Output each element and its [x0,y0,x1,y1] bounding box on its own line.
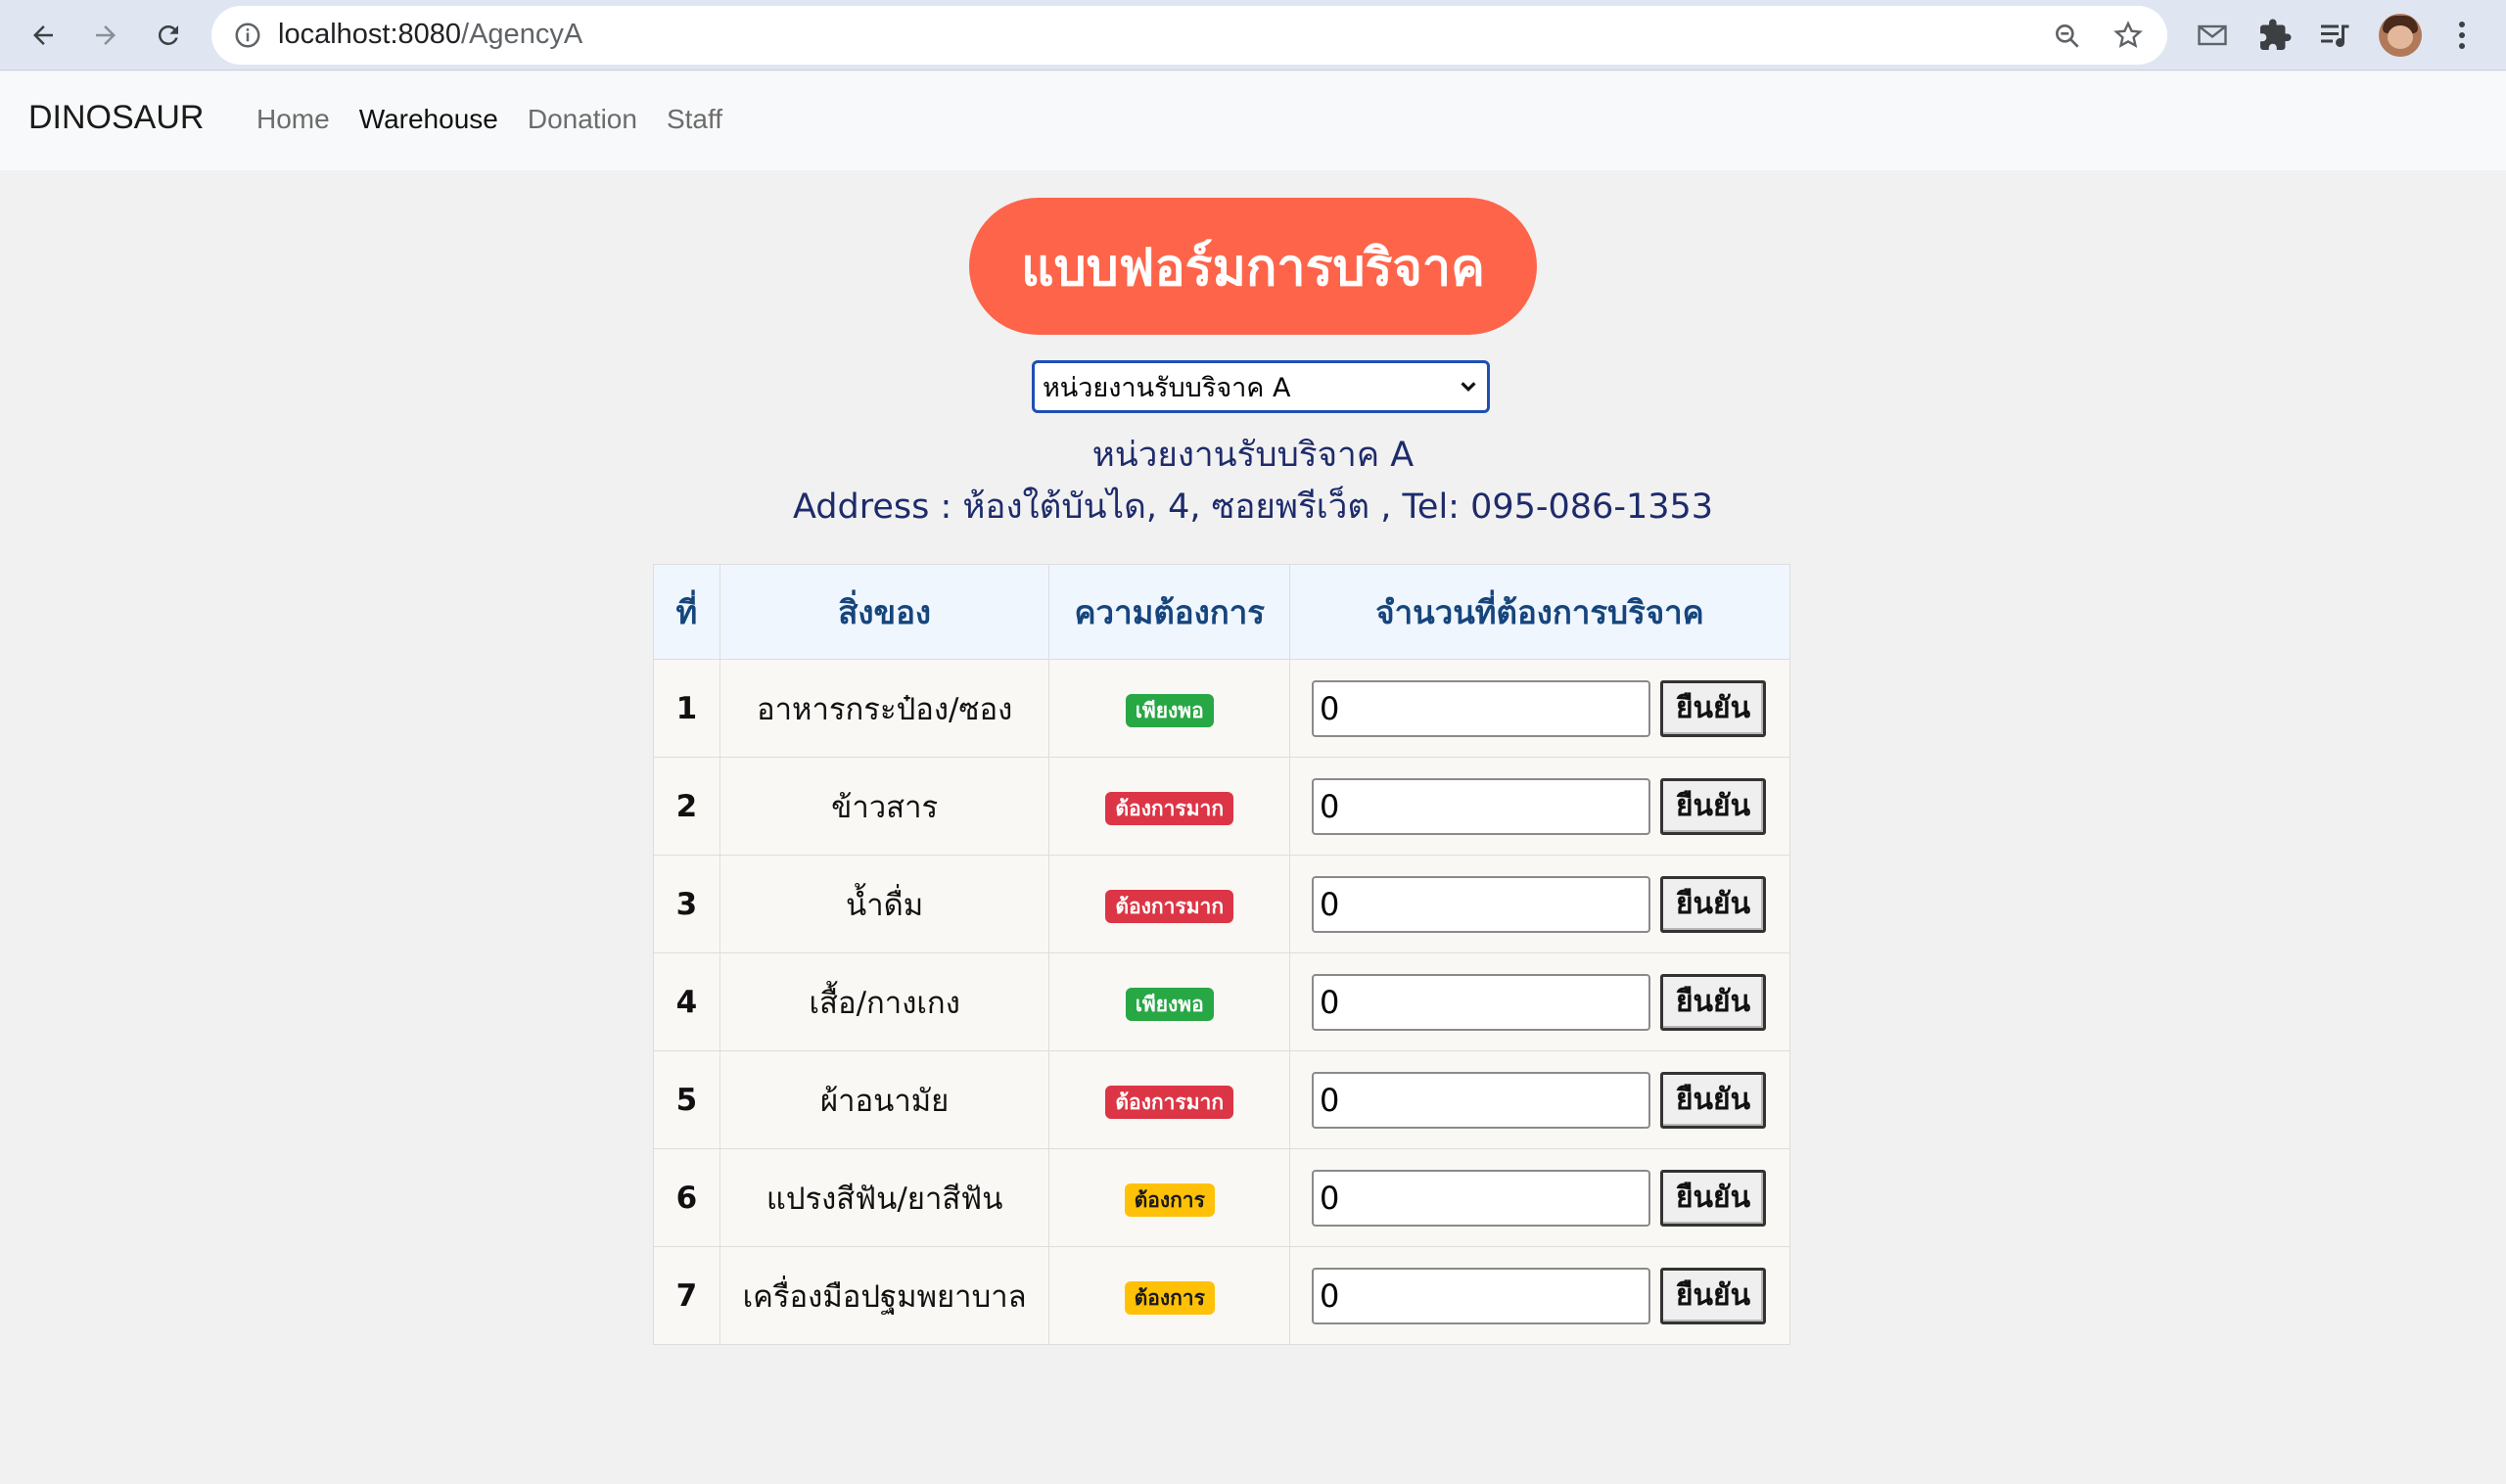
row-number: 5 [653,1050,720,1149]
nav-link-warehouse[interactable]: Warehouse [359,104,498,135]
media-queue-icon[interactable] [2318,18,2353,53]
quantity-cell: 0 ยืนยัน [1289,1148,1790,1247]
row-number: 7 [653,1246,720,1345]
confirm-button[interactable]: ยืนยัน [1660,1267,1767,1324]
need-badge: ต้องการ [1124,1183,1215,1217]
back-button[interactable] [22,14,65,57]
need-badge: ต้องการ [1124,1280,1215,1315]
need-badge: ต้องการมาก [1105,889,1234,923]
row-number: 3 [653,855,720,953]
agency-select[interactable]: หน่วยงานรับบริจาค A [1032,360,1490,413]
item-name: ผ้าอนามัย [719,1050,1050,1149]
quantity-input[interactable]: 0 [1312,973,1651,1031]
arrow-right-icon [96,25,116,45]
url-text[interactable]: localhost:8080/AgencyA [278,19,582,51]
confirm-button[interactable]: ยืนยัน [1660,679,1767,737]
need-badge: ต้องการมาก [1105,1085,1234,1119]
browser-toolbar: localhost:8080/AgencyA [0,0,2506,70]
confirm-button[interactable]: ยืนยัน [1660,1169,1767,1227]
chevron-down-icon [1461,382,1476,393]
row-number: 2 [653,757,720,856]
puzzle-extensions-icon[interactable] [2257,18,2293,53]
donation-table: ที่ สิ่งของ ความต้องการ จำนวนที่ต้องการบ… [653,564,1790,1345]
item-name: แปรงสีฟัน/ยาสีฟัน [719,1148,1050,1247]
need-cell: ต้องการ [1048,1246,1291,1345]
header-quantity: จำนวนที่ต้องการบริจาค [1289,564,1790,660]
item-name: เสื้อ/กางเกง [719,952,1050,1051]
need-cell: เพียงพอ [1048,952,1291,1051]
need-cell: ต้องการมาก [1048,1050,1291,1149]
table-row: 5 ผ้าอนามัย ต้องการมาก 0 ยืนยัน [653,1050,1790,1149]
bookmark-star-icon[interactable] [2112,20,2144,51]
row-number: 4 [653,952,720,1051]
table-header-row: ที่ สิ่งของ ความต้องการ จำนวนที่ต้องการบ… [653,564,1790,660]
quantity-input[interactable]: 0 [1312,1071,1651,1129]
site-navbar: DINOSAUR Home Warehouse Donation Staff [0,71,2506,170]
url-path: /AgencyA [461,19,583,50]
confirm-button[interactable]: ยืนยัน [1660,1071,1767,1129]
table-row: 3 น้ำดื่ม ต้องการมาก 0 ยืนยัน [653,855,1790,953]
nav-link-donation[interactable]: Donation [528,104,637,135]
table-row: 1 อาหารกระป๋อง/ซอง เพียงพอ 0 ยืนยัน [653,659,1790,758]
reload-icon [158,24,178,45]
quantity-cell: 0 ยืนยัน [1289,952,1790,1051]
need-badge: ต้องการมาก [1105,791,1234,825]
nav-links: Home Warehouse Donation Staff [256,104,722,135]
agency-select-value: หน่วยงานรับบริจาค A [1043,372,1291,403]
confirm-button[interactable]: ยืนยัน [1660,973,1767,1031]
table-row: 4 เสื้อ/กางเกง เพียงพอ 0 ยืนยัน [653,952,1790,1051]
forward-button[interactable] [84,14,127,57]
item-name: เครื่องมือปฐมพยาบาล [719,1246,1050,1345]
agency-name: หน่วยงานรับบริจาค A [1091,436,1415,475]
item-name: ข้าวสาร [719,757,1050,856]
header-need: ความต้องการ [1048,564,1291,660]
agency-address: Address : ห้องใต้บันได, 4, ซอยพรีเว็ต , … [792,487,1714,527]
need-badge: เพียงพอ [1125,693,1214,727]
brand-logo[interactable]: DINOSAUR [28,99,204,137]
zoom-icon[interactable] [2052,21,2083,52]
page-title: แบบฟอร์มการบริจาค [969,198,1537,335]
need-cell: ต้องการมาก [1048,855,1291,953]
need-cell: เพียงพอ [1048,659,1291,758]
confirm-button[interactable]: ยืนยัน [1660,875,1767,933]
need-badge: เพียงพอ [1125,987,1214,1021]
quantity-input[interactable]: 0 [1312,777,1651,835]
info-icon[interactable] [233,21,262,50]
quantity-cell: 0 ยืนยัน [1289,757,1790,856]
quantity-input[interactable]: 0 [1312,1169,1651,1227]
item-name: อาหารกระป๋อง/ซอง [719,659,1050,758]
quantity-cell: 0 ยืนยัน [1289,1246,1790,1345]
quantity-cell: 0 ยืนยัน [1289,1050,1790,1149]
row-number: 6 [653,1148,720,1247]
row-number: 1 [653,659,720,758]
browser-menu-icon[interactable] [2447,16,2477,55]
item-name: น้ำดื่ม [719,855,1050,953]
nav-link-home[interactable]: Home [256,104,330,135]
mail-extension-icon[interactable] [2195,18,2230,53]
nav-link-staff[interactable]: Staff [667,104,722,135]
reload-button[interactable] [147,14,190,57]
quantity-cell: 0 ยืนยัน [1289,855,1790,953]
confirm-button[interactable]: ยืนยัน [1660,777,1767,835]
table-row: 6 แปรงสีฟัน/ยาสีฟัน ต้องการ 0 ยืนยัน [653,1148,1790,1247]
address-bar[interactable]: localhost:8080/AgencyA [211,6,2167,65]
url-host: localhost:8080 [278,19,462,50]
quantity-input[interactable]: 0 [1312,679,1651,737]
quantity-input[interactable]: 0 [1312,1267,1651,1324]
profile-avatar[interactable] [2379,14,2422,57]
header-item: สิ่งของ [719,564,1050,660]
table-row: 2 ข้าวสาร ต้องการมาก 0 ยืนยัน [653,757,1790,856]
header-no: ที่ [653,564,720,660]
arrow-left-icon [33,25,53,45]
need-cell: ต้องการ [1048,1148,1291,1247]
table-row: 7 เครื่องมือปฐมพยาบาล ต้องการ 0 ยืนยัน [653,1246,1790,1345]
need-cell: ต้องการมาก [1048,757,1291,856]
quantity-cell: 0 ยืนยัน [1289,659,1790,758]
quantity-input[interactable]: 0 [1312,875,1651,933]
